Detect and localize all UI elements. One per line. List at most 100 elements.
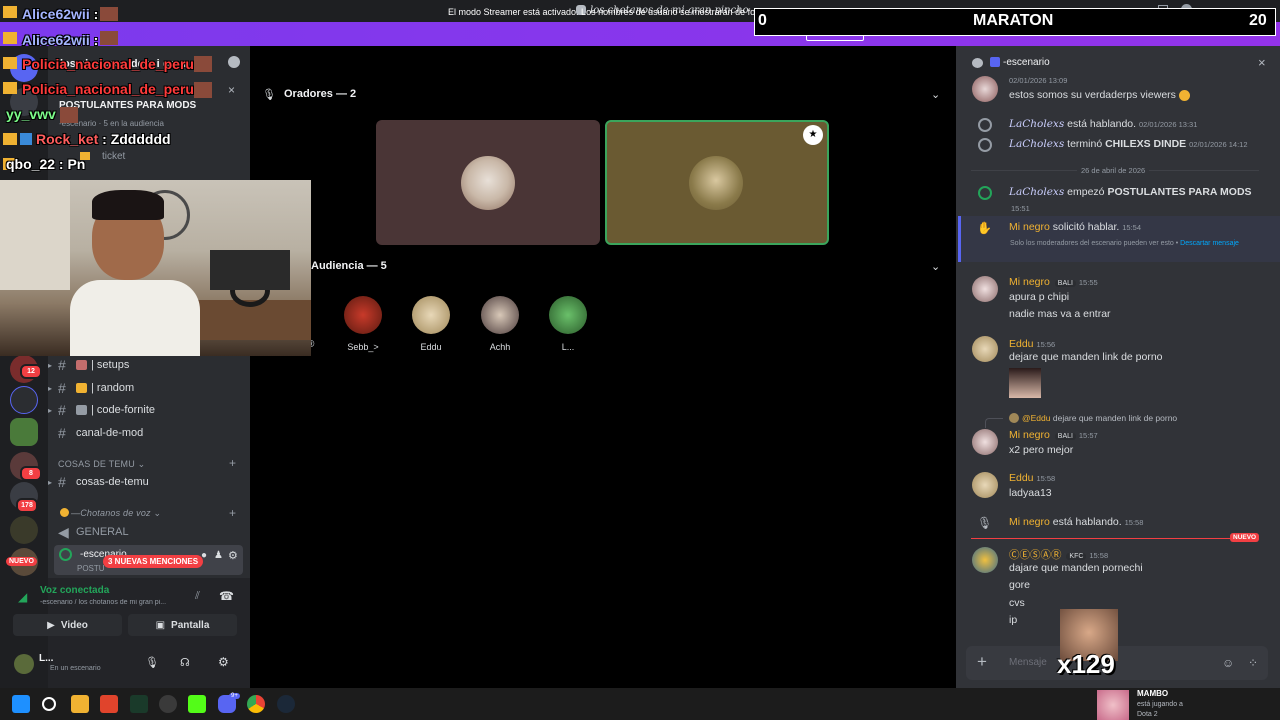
message-header: ⒸⒺⓈⒶⓇ KFC 15:58 [1009, 549, 1109, 561]
close-panel-icon[interactable]: × [1258, 55, 1266, 70]
chevron-right-icon: ▸ [48, 383, 53, 393]
category-voice[interactable]: —Chotanos de voz ⌄ [71, 508, 161, 519]
now-playing-l1: está jugando a [1137, 701, 1183, 708]
add-channel-icon[interactable]: + [229, 456, 236, 470]
chevron-right-icon: ▸ [48, 405, 53, 415]
channel-setups[interactable]: ▸ # | setups [48, 355, 244, 375]
chrome-icon[interactable] [247, 695, 265, 713]
channel-label: canal-de-mod [76, 427, 144, 439]
folder-icon[interactable] [10, 386, 38, 414]
maraton-right-count: 20 [1249, 12, 1267, 29]
message-timestamp: 02/01/2026 13:09 [1009, 76, 1068, 85]
now-playing-l2: Dota 2 [1137, 711, 1158, 718]
overlay-chat-line: Policia_nacional_de_peru : [22, 56, 203, 72]
voice-channel-general[interactable]: ◀ GENERAL [58, 522, 244, 542]
system-message: LaCholexs terminó CHILEXS DINDE 02/01/20… [1009, 138, 1248, 150]
system-message: LaCholexs empezó POSTULANTES PARA MODS [1009, 186, 1252, 198]
audience-member[interactable]: L... [538, 296, 598, 352]
chevron-down-icon[interactable]: ⌄ [931, 260, 940, 273]
chat-icon[interactable]: ● [201, 550, 207, 561]
video-button[interactable]: ▶ Video [13, 614, 122, 636]
avatar [549, 296, 587, 334]
audience-name: Eddu [420, 342, 442, 352]
add-member-icon[interactable] [228, 56, 240, 68]
signal-icon[interactable]: ◢ [18, 590, 27, 604]
voice-status[interactable]: Voz conectada [40, 585, 109, 596]
mention-badge: 178 [16, 498, 38, 513]
avatar [972, 547, 998, 573]
avatar [972, 336, 998, 362]
dismiss-link[interactable]: Descartar mensaje [1180, 240, 1239, 247]
emoji-picker-icon[interactable]: ☺ [1222, 656, 1234, 670]
user-name[interactable]: L... [39, 653, 53, 664]
brave-browser-icon[interactable] [100, 695, 118, 713]
overlay-chat-line: yy_vwv : [6, 106, 64, 122]
message-header: Eddu 15:56 [1009, 338, 1056, 350]
app-icon[interactable] [130, 695, 148, 713]
speaker-icon: ◀ [58, 523, 69, 540]
attached-image[interactable] [1009, 368, 1041, 398]
channel-code-fornite[interactable]: ▸ # | code-fornite [48, 400, 244, 420]
system-message: Mi negro solicitó hablar. 15:54 [1009, 221, 1142, 233]
speakers-header: Oradores — 2 [284, 88, 357, 100]
avatar [972, 76, 998, 102]
emote-icon [100, 31, 118, 45]
panel-title: -escenario [1003, 57, 1050, 68]
chevron-right-icon: ▸ [48, 360, 53, 370]
channel-cosas-de-temu[interactable]: ▸ # cosas-de-temu [48, 472, 244, 492]
event-title[interactable]: POSTULANTES PARA MODS [59, 100, 196, 111]
add-attachment-icon[interactable]: + [977, 652, 987, 672]
audience-member[interactable]: Achh [470, 296, 530, 352]
audience-member[interactable]: Eddu [401, 296, 461, 352]
avatar [972, 472, 998, 498]
microphone-icon[interactable]: 🎙 [145, 656, 159, 669]
overlay-chat-line: qbo_22 : Pn [6, 156, 86, 172]
voice-sub[interactable]: -escenario / los chotanos de mi gran pi.… [40, 599, 190, 606]
chevron-down-icon[interactable]: ⌄ [931, 88, 940, 101]
crown-icon [3, 6, 17, 18]
audience-header: Audiencia — 5 [311, 260, 387, 272]
search-icon[interactable] [42, 697, 56, 711]
message-input[interactable]: Mensaje [1009, 657, 1047, 668]
audience-member[interactable]: Sebb_> [333, 296, 393, 352]
channel-canal-de-mod[interactable]: # canal-de-mod [58, 423, 244, 443]
apps-icon[interactable]: ⁘ [1248, 656, 1258, 670]
screen-share-button[interactable]: ▣ Pantalla [128, 614, 237, 636]
ticket-label[interactable]: ticket [102, 151, 125, 162]
noise-icon[interactable]: ⫽ [195, 590, 200, 603]
members-icon[interactable]: ♟ [214, 550, 223, 561]
message-text: dajare que manden pornechi [1009, 562, 1143, 574]
file-explorer-icon[interactable] [71, 695, 89, 713]
server-icon[interactable] [10, 516, 38, 544]
disconnect-icon[interactable]: ☎ [219, 589, 234, 603]
close-event-icon[interactable]: × [228, 83, 235, 97]
category-cosas-de-temu[interactable]: COSAS DE TEMU ⌄ [58, 459, 145, 470]
chevron-down-icon: ⌄ [153, 508, 162, 518]
reply-line [985, 418, 1003, 428]
headphones-icon[interactable]: ☊ [180, 656, 190, 669]
add-channel-icon[interactable]: + [229, 506, 236, 520]
message-text: apura p chipi [1009, 291, 1070, 303]
message-text: ladyaa13 [1009, 487, 1052, 499]
new-mentions-pill[interactable]: 3 NUEVAS MENCIONES [103, 555, 204, 568]
message-header: Eddu 15:58 [1009, 472, 1056, 484]
server-icon[interactable] [10, 418, 38, 446]
windows-start-icon[interactable] [12, 695, 30, 713]
steam-icon[interactable] [277, 695, 295, 713]
avatar[interactable] [14, 654, 34, 674]
channel-label: GENERAL [76, 526, 129, 538]
app-icon[interactable] [159, 695, 177, 713]
moderator-icon: ★ [803, 125, 823, 145]
kick-icon[interactable] [188, 695, 206, 713]
gear-icon[interactable]: ⚙ [228, 549, 238, 562]
stage-emoji-icon [990, 57, 1000, 67]
mention-badge: 12 [20, 364, 42, 379]
speaker-avatar [689, 156, 743, 210]
date-divider-label: 26 de abril de 2026 [1077, 166, 1150, 175]
avatar [972, 429, 998, 455]
reply-reference[interactable]: @Eddu dejare que manden link de porno [1022, 413, 1177, 423]
emote-icon [100, 7, 118, 21]
settings-gear-icon[interactable]: ⚙ [218, 655, 229, 669]
channel-random[interactable]: ▸ # | random [48, 378, 244, 398]
chevron-down-icon: ⌄ [137, 459, 146, 469]
